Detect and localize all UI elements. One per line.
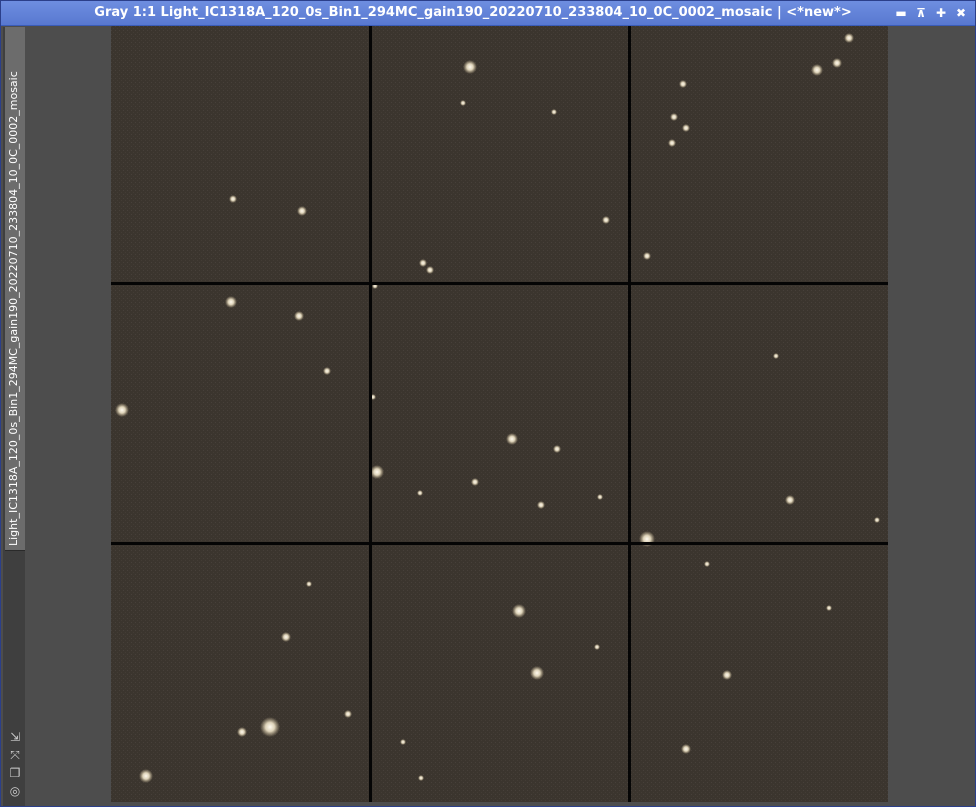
star [139, 769, 153, 783]
star [670, 113, 678, 121]
star [643, 252, 651, 260]
star [537, 501, 545, 509]
star [682, 124, 690, 132]
star [225, 296, 237, 308]
vertical-tab-strip: Light_IC1318A_120_0s_Bin1_294MC_gain190_… [3, 27, 27, 806]
sky-background [111, 26, 888, 802]
star [229, 195, 237, 203]
star [426, 266, 434, 274]
star [417, 490, 423, 496]
star [597, 494, 603, 500]
star [323, 367, 331, 375]
star [551, 109, 557, 115]
star [506, 433, 518, 445]
star [471, 478, 479, 486]
image-tab-label: Light_IC1318A_120_0s_Bin1_294MC_gain190_… [7, 71, 20, 546]
star [294, 311, 304, 321]
star [832, 58, 842, 68]
star [281, 632, 291, 642]
star [306, 581, 312, 587]
star [297, 206, 307, 216]
image-viewport[interactable] [25, 26, 975, 806]
star [260, 717, 280, 737]
star [679, 80, 687, 88]
star [668, 139, 676, 147]
fit-icon[interactable]: ⤧ [7, 747, 23, 763]
star [785, 495, 795, 505]
star [419, 259, 427, 267]
resize-icon[interactable]: ⇲ [7, 729, 23, 745]
star [370, 465, 384, 479]
clone-icon[interactable]: ❐ [7, 765, 23, 781]
star [460, 100, 466, 106]
star [512, 604, 526, 618]
star [418, 775, 424, 781]
star [553, 445, 561, 453]
close-button[interactable]: ✖ [953, 5, 969, 21]
star [115, 403, 129, 417]
mosaic-seam [628, 26, 631, 802]
astro-image[interactable] [111, 26, 888, 802]
mosaic-seam [111, 282, 888, 285]
mosaic-seam [369, 26, 372, 802]
title-bar[interactable]: Gray 1:1 Light_IC1318A_120_0s_Bin1_294MC… [1, 1, 975, 26]
minimize-button[interactable]: ▬ [893, 5, 909, 21]
mask-icon[interactable]: ◎ [7, 783, 23, 799]
image-canvas [111, 26, 888, 802]
image-tab[interactable]: Light_IC1318A_120_0s_Bin1_294MC_gain190_… [5, 27, 27, 551]
image-window: Gray 1:1 Light_IC1318A_120_0s_Bin1_294MC… [0, 0, 976, 807]
star [400, 739, 406, 745]
star [237, 727, 247, 737]
star [773, 353, 779, 359]
star [530, 666, 544, 680]
star [594, 644, 600, 650]
star [681, 744, 691, 754]
star [811, 64, 823, 76]
star [826, 605, 832, 611]
star [602, 216, 610, 224]
shade-button[interactable]: ⊼ [913, 5, 929, 21]
star [344, 710, 352, 718]
star [463, 60, 477, 74]
star [844, 33, 854, 43]
window-title: Gray 1:1 Light_IC1318A_120_0s_Bin1_294MC… [94, 5, 852, 20]
mosaic-seam [111, 542, 888, 545]
star [874, 517, 880, 523]
star [704, 561, 710, 567]
maximize-button[interactable]: ✚ [933, 5, 949, 21]
star [722, 670, 732, 680]
